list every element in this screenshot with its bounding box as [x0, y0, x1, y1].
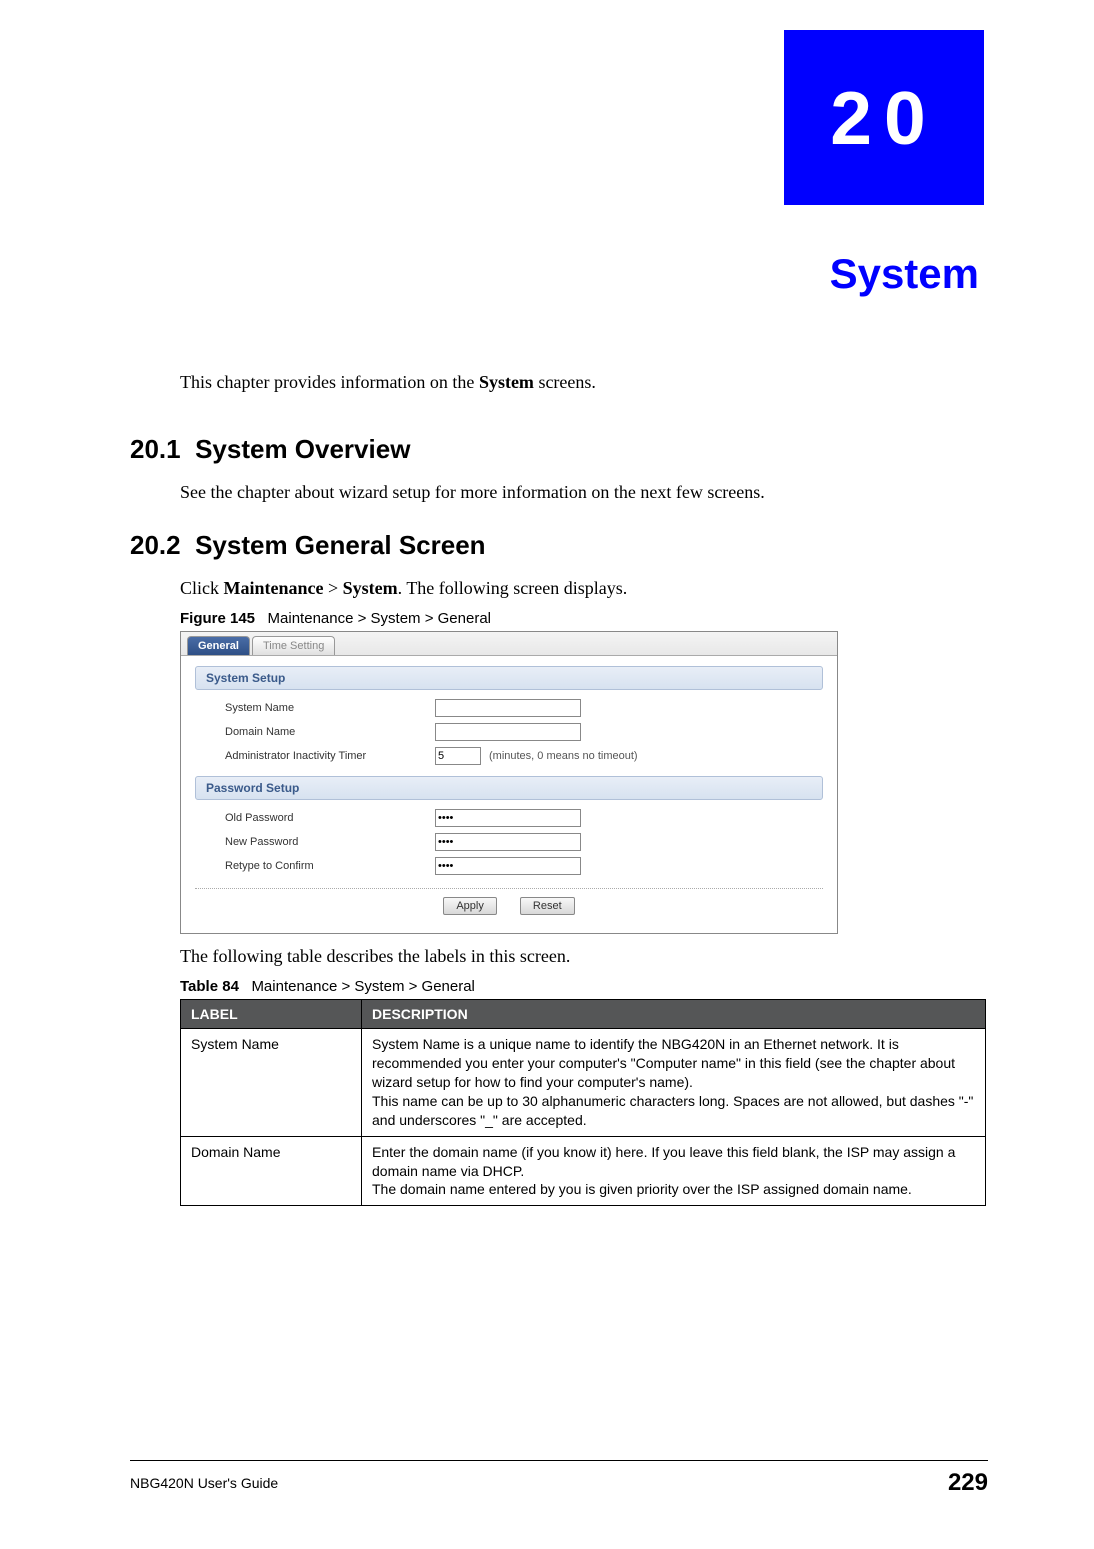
input-system-name[interactable]: [435, 699, 581, 717]
intro-bold: System: [479, 372, 534, 392]
text: Click: [180, 578, 224, 598]
table-caption-label: Table 84: [180, 978, 239, 995]
header-description: DESCRIPTION: [362, 1000, 986, 1029]
chapter-number: 20: [830, 75, 937, 161]
section-heading-overview: 20.1 System Overview: [130, 434, 985, 465]
intro-paragraph: This chapter provides information on the…: [180, 370, 985, 394]
row-retype-password: Retype to Confirm: [195, 854, 823, 878]
section-num: 20.2: [130, 530, 181, 560]
button-row: Apply Reset: [195, 888, 823, 915]
figure-caption-text: Maintenance > System > General: [268, 610, 491, 627]
label-old-password: Old Password: [225, 812, 435, 824]
cell-label: System Name: [181, 1029, 362, 1136]
row-domain-name: Domain Name: [195, 720, 823, 744]
bold: System: [343, 578, 398, 598]
cell-description: System Name is a unique name to identify…: [362, 1029, 986, 1136]
section-title: System Overview: [195, 434, 410, 464]
chapter-title: System: [830, 250, 979, 298]
section-title: System General Screen: [195, 530, 486, 560]
footer-page-number: 229: [948, 1469, 988, 1497]
desc-p2: The domain name entered by you is given …: [372, 1180, 975, 1199]
figure-body: System Setup System Name Domain Name Adm…: [181, 656, 837, 933]
row-old-password: Old Password: [195, 806, 823, 830]
figure-container: General Time Setting System Setup System…: [180, 631, 838, 934]
reset-button[interactable]: Reset: [520, 897, 575, 915]
label-admin-timer: Administrator Inactivity Timer: [225, 750, 435, 762]
chapter-number-box: 20: [784, 30, 984, 205]
table-84: LABEL DESCRIPTION System Name System Nam…: [180, 999, 986, 1206]
header-label: LABEL: [181, 1000, 362, 1029]
cell-label: Domain Name: [181, 1136, 362, 1206]
desc-p1: System Name is a unique name to identify…: [372, 1035, 975, 1092]
general-body: Click Maintenance > System. The followin…: [180, 576, 985, 600]
row-admin-timer: Administrator Inactivity Timer (minutes,…: [195, 744, 823, 768]
row-system-name: System Name: [195, 696, 823, 720]
label-new-password: New Password: [225, 836, 435, 848]
section-system-setup: System Setup: [195, 666, 823, 690]
figure-caption: Figure 145 Maintenance > System > Genera…: [180, 610, 985, 627]
apply-button[interactable]: Apply: [443, 897, 497, 915]
table-header-row: LABEL DESCRIPTION: [181, 1000, 986, 1029]
footer-guide-name: NBG420N User's Guide: [130, 1475, 278, 1491]
input-old-password[interactable]: [435, 809, 581, 827]
content-area: This chapter provides information on the…: [130, 370, 985, 1206]
bold: Maintenance: [224, 578, 324, 598]
table-caption: Table 84 Maintenance > System > General: [180, 978, 985, 995]
tab-bar: General Time Setting: [181, 632, 837, 656]
table-caption-text: Maintenance > System > General: [251, 978, 474, 995]
label-retype-password: Retype to Confirm: [225, 860, 435, 872]
section-num: 20.1: [130, 434, 181, 464]
text: >: [323, 578, 342, 598]
section-password-setup: Password Setup: [195, 776, 823, 800]
input-new-password[interactable]: [435, 833, 581, 851]
overview-body: See the chapter about wizard setup for m…: [180, 480, 985, 504]
intro-prefix: This chapter provides information on the: [180, 372, 479, 392]
label-domain-name: Domain Name: [225, 726, 435, 738]
figure-caption-label: Figure 145: [180, 610, 255, 627]
cell-description: Enter the domain name (if you know it) h…: [362, 1136, 986, 1206]
label-system-name: System Name: [225, 702, 435, 714]
screenshot-figure: General Time Setting System Setup System…: [180, 631, 838, 934]
desc-p1: Enter the domain name (if you know it) h…: [372, 1143, 975, 1181]
input-retype-password[interactable]: [435, 857, 581, 875]
input-admin-timer[interactable]: [435, 747, 481, 765]
table-row: Domain Name Enter the domain name (if yo…: [181, 1136, 986, 1206]
page-footer: NBG420N User's Guide 229: [130, 1460, 988, 1497]
section-heading-general: 20.2 System General Screen: [130, 530, 985, 561]
input-domain-name[interactable]: [435, 723, 581, 741]
desc-p2: This name can be up to 30 alphanumeric c…: [372, 1092, 975, 1130]
hint-admin-timer: (minutes, 0 means no timeout): [489, 750, 638, 762]
table-intro: The following table describes the labels…: [180, 944, 985, 968]
tab-general[interactable]: General: [187, 636, 250, 655]
text: . The following screen displays.: [398, 578, 628, 598]
intro-suffix: screens.: [534, 372, 596, 392]
tab-time-setting[interactable]: Time Setting: [252, 636, 335, 655]
row-new-password: New Password: [195, 830, 823, 854]
table-row: System Name System Name is a unique name…: [181, 1029, 986, 1136]
document-page: 20 System This chapter provides informat…: [0, 0, 1094, 1549]
